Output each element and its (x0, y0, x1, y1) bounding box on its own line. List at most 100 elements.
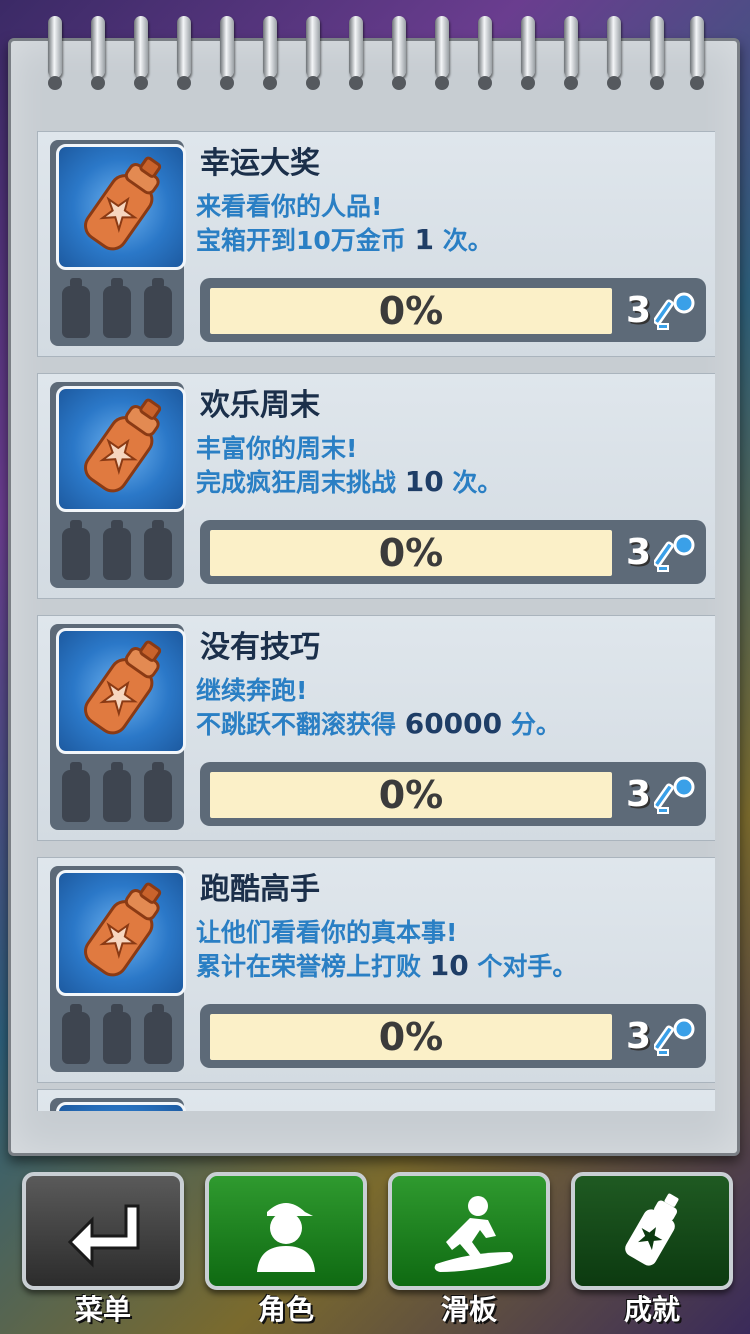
tab-achievements[interactable] (571, 1172, 733, 1290)
reward-key-count: 3 (626, 1016, 652, 1057)
ring (521, 16, 535, 90)
notebook-rings (0, 0, 750, 110)
achievement-card[interactable]: 没有技巧 继续奔跑! 不跳跃不翻滚获得 60000 分。 0% 3 (37, 615, 715, 841)
reward-key-count: 3 (626, 290, 652, 331)
achievement-card[interactable]: 幸运大奖 来看看你的人品! 宝箱开到10万金币 1 次。 0% 3 (37, 131, 715, 357)
spray-can-icon (625, 1193, 679, 1266)
tab-character[interactable] (205, 1172, 367, 1290)
spray-can-badge-icon (56, 144, 186, 270)
tab-skateboard-label: 滑板 (440, 1293, 497, 1326)
achievement-title: 跑酷高手 (200, 872, 320, 907)
goal-number: 60000 (404, 707, 503, 740)
goal-number: 10 (404, 465, 444, 498)
bottle-icon (103, 762, 131, 822)
goal-number: 1 (414, 223, 434, 256)
achievement-card[interactable]: 欢乐周末 丰富你的周末! 完成疯狂周末挑战 10 次。 0% 3 (37, 373, 715, 599)
achievement-description: 让他们看看你的真本事! 累计在荣誉榜上打败 10 个对手。 (196, 916, 577, 983)
tab-character-label: 角色 (257, 1293, 314, 1326)
description-text: 次。 (433, 226, 493, 255)
ring (91, 16, 105, 90)
progress-panel: 0% 3 (200, 1004, 706, 1068)
progress-panel: 0% 3 (200, 762, 706, 826)
achievement-title: 欢乐周末 (200, 388, 320, 423)
progress-bar: 0% (210, 772, 612, 818)
description-line-2: 完成疯狂周末挑战 10 次。 (196, 465, 502, 499)
bottle-icon (103, 1004, 131, 1064)
bottle-icon (62, 1004, 90, 1064)
ring (435, 16, 449, 90)
key-icon (654, 534, 695, 572)
ring (349, 16, 363, 90)
description-text: 累计在荣誉榜上打败 (196, 952, 430, 981)
description-text: 个对手。 (468, 952, 578, 981)
progress-text: 0% (378, 773, 444, 817)
tab-menu[interactable] (22, 1172, 184, 1290)
ring (564, 16, 578, 90)
description-line-2: 不跳跃不翻滚获得 60000 分。 (196, 707, 561, 741)
bottle-progress (58, 762, 176, 824)
bottle-icon (144, 278, 172, 338)
character-icon (257, 1203, 315, 1272)
achievement-icon-box (50, 140, 186, 346)
achievement-list[interactable]: 幸运大奖 来看看你的人品! 宝箱开到10万金币 1 次。 0% 3 欢乐周末 丰… (37, 131, 715, 1111)
achievement-description: 丰富你的周末! 完成疯狂周末挑战 10 次。 (196, 432, 502, 499)
progress-bar: 0% (210, 1014, 612, 1060)
description-text: 不跳跃不翻滚获得 (196, 710, 405, 739)
achievement-title: 幸运大奖 (200, 146, 320, 181)
skateboard-icon (434, 1196, 513, 1272)
ring (392, 16, 406, 90)
spray-can-badge-icon (56, 386, 186, 512)
description-line-1: 让他们看看你的真本事! (196, 918, 458, 947)
ring (478, 16, 492, 90)
progress-bar: 0% (210, 288, 612, 334)
description-line-1: 继续奔跑! (196, 676, 308, 705)
spray-can-badge-icon (56, 870, 186, 996)
progress-bar: 0% (210, 530, 612, 576)
ring (306, 16, 320, 90)
ring (220, 16, 234, 90)
key-icon (654, 776, 695, 814)
achievement-icon-box (50, 382, 186, 588)
ring (263, 16, 277, 90)
ring (134, 16, 148, 90)
bottle-icon (144, 762, 172, 822)
bottle-progress (58, 278, 176, 340)
achievement-icon-box (50, 624, 186, 830)
description-line-1: 来看看你的人品! (196, 192, 383, 221)
bottle-icon (103, 278, 131, 338)
description-line-1: 丰富你的周末! (196, 434, 358, 463)
ring (177, 16, 191, 90)
bottle-icon (103, 520, 131, 580)
key-icon (654, 292, 695, 330)
ring (650, 16, 664, 90)
progress-text: 0% (378, 289, 444, 333)
reward-key-count: 3 (626, 532, 652, 573)
ring (690, 16, 704, 90)
spray-can-badge-icon (56, 628, 186, 754)
return-arrow-icon (67, 1204, 140, 1268)
bottle-icon (144, 520, 172, 580)
description-line-2: 宝箱开到10万金币 1 次。 (196, 223, 493, 257)
bottle-progress (58, 1004, 176, 1066)
reward-key-count: 3 (626, 774, 652, 815)
achievement-icon-box (50, 866, 186, 1072)
progress-text: 0% (378, 1015, 444, 1059)
description-text: 分。 (502, 710, 561, 739)
achievement-card-partial[interactable] (37, 1089, 715, 1111)
spray-can-badge-icon (56, 1102, 186, 1111)
key-icon (654, 1018, 695, 1056)
achievement-icon-box (50, 1098, 186, 1111)
bottle-icon (144, 1004, 172, 1064)
bottle-icon (62, 762, 90, 822)
goal-number: 10 (429, 949, 469, 982)
achievement-title: 没有技巧 (200, 630, 320, 665)
bottle-icon (62, 520, 90, 580)
description-text: 完成疯狂周末挑战 (196, 468, 405, 497)
progress-text: 0% (378, 531, 444, 575)
ring (607, 16, 621, 90)
achievement-description: 继续奔跑! 不跳跃不翻滚获得 60000 分。 (196, 674, 561, 741)
achievement-card[interactable]: 跑酷高手 让他们看看你的真本事! 累计在荣誉榜上打败 10 个对手。 0% 3 (37, 857, 715, 1083)
description-text: 次。 (443, 468, 503, 497)
tab-skateboard[interactable] (388, 1172, 550, 1290)
progress-panel: 0% 3 (200, 520, 706, 584)
